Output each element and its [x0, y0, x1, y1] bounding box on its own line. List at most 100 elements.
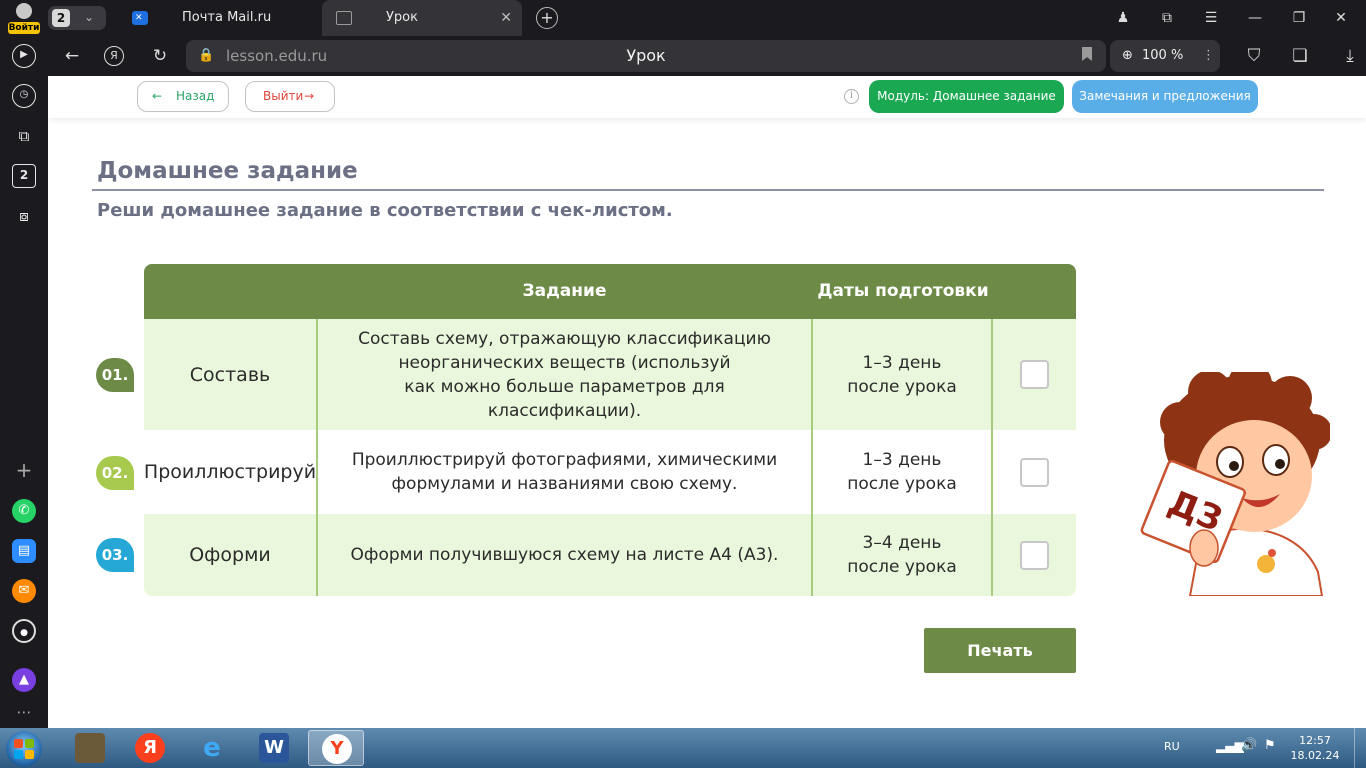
- profile-avatar-icon: [16, 3, 32, 19]
- taskbar-app-photo[interactable]: [62, 730, 118, 766]
- action-center-icon[interactable]: ⚑: [1264, 738, 1276, 753]
- table-header: Задание Даты подготовки: [144, 264, 1076, 319]
- page-content: ← Назад Выйти → i Модуль: Домашнее задан…: [48, 76, 1366, 728]
- user-photo-icon: [75, 733, 105, 763]
- prep-dates: 3–4 день после урока: [813, 514, 993, 596]
- collections-icon[interactable]: ⧉: [12, 124, 36, 148]
- zoom-icon: ⊕: [1122, 48, 1133, 63]
- alice-dot-icon[interactable]: ●: [12, 619, 36, 643]
- messenger-icon[interactable]: ▤: [12, 539, 36, 563]
- checkbox-cell: [993, 319, 1076, 430]
- new-tab-button[interactable]: +: [536, 7, 558, 29]
- profile-login-button[interactable]: Войти: [6, 2, 42, 34]
- checkbox-cell: [993, 514, 1076, 596]
- whatsapp-icon[interactable]: ✆: [12, 499, 36, 523]
- more-dots-icon[interactable]: ⋯: [12, 700, 36, 724]
- prep-dates: 1–3 день после урока: [813, 430, 993, 514]
- download-icon[interactable]: ⤓: [1338, 44, 1362, 68]
- windows-taskbar: Я e W Y RU ▂▄▆ 🔊 ⚑ 12:57 18.02.24: [0, 728, 1366, 768]
- column-header-task: Задание: [522, 281, 607, 301]
- step-badge: 01.: [96, 358, 134, 392]
- maximize-button[interactable]: ❐: [1284, 0, 1314, 36]
- taskbar-app-word[interactable]: W: [246, 730, 302, 766]
- collections-icon[interactable]: ⧉: [1152, 0, 1182, 36]
- login-label: Войти: [8, 22, 40, 34]
- module-button[interactable]: Модуль: Домашнее задание: [869, 80, 1064, 113]
- taskbar-app-yandex[interactable]: Я: [122, 730, 178, 766]
- info-icon[interactable]: i: [844, 89, 859, 104]
- mail-icon[interactable]: ✉: [12, 579, 36, 603]
- tab-lesson[interactable]: Урок ✕: [322, 0, 522, 36]
- task-text: Оформи получившуюся схему на листе А4 (А…: [316, 514, 813, 596]
- zoom-control[interactable]: ⊕ 100 % ⋮: [1110, 40, 1220, 72]
- screenshot-icon[interactable]: ⧇: [12, 204, 36, 228]
- history-clock-icon[interactable]: ◷: [12, 84, 36, 108]
- date-note: после урока: [847, 376, 957, 397]
- print-button[interactable]: Печать: [924, 628, 1076, 673]
- browser-toolbar: ← Я ↻ 🔒 lesson.edu.ru Урок ⊕ 100 % ⋮ ⛉ ❏…: [48, 36, 1366, 76]
- table-row: Оформи Оформи получившуюся схему на лист…: [144, 514, 1076, 596]
- page-title: Домашнее задание: [97, 158, 358, 184]
- windows-start-button[interactable]: [6, 731, 42, 767]
- task-line: как можно больше параметров для классифи…: [404, 376, 725, 421]
- step-action: Составь: [189, 363, 271, 386]
- tab-mail[interactable]: Почта Mail.ru: [118, 0, 322, 36]
- task-checkbox[interactable]: [1020, 457, 1049, 487]
- task-checkbox[interactable]: [1020, 540, 1049, 570]
- minimize-button[interactable]: —: [1240, 0, 1270, 36]
- arrow-left-icon: ←: [152, 89, 163, 103]
- show-desktop-button[interactable]: [1354, 728, 1366, 768]
- network-icon[interactable]: ▂▄▆: [1216, 739, 1244, 753]
- extensions-icon[interactable]: ❏: [1288, 44, 1312, 68]
- address-bar[interactable]: 🔒 lesson.edu.ru Урок: [186, 40, 1106, 72]
- task-text: Проиллюстрируй фотографиями, химическими…: [316, 430, 813, 514]
- exit-label: Выйти: [263, 89, 304, 103]
- task-line: Оформи получившуюся схему на листе А4 (А…: [350, 545, 779, 565]
- alice-assistant-icon[interactable]: ▲: [12, 668, 36, 692]
- back-button[interactable]: ← Назад: [137, 81, 229, 112]
- exit-button[interactable]: Выйти →: [245, 81, 335, 112]
- close-tab-icon[interactable]: ✕: [500, 0, 512, 36]
- language-indicator[interactable]: RU: [1164, 740, 1180, 753]
- page-subtitle: Реши домашнее задание в соответствии с ч…: [97, 200, 673, 221]
- account-icon[interactable]: ♟: [1108, 0, 1138, 36]
- date-range: 1–3 день: [862, 352, 942, 373]
- homework-table: Задание Даты подготовки Составь Составь …: [144, 264, 1076, 596]
- step-badge: 03.: [96, 538, 134, 572]
- play-icon[interactable]: ▶: [12, 44, 36, 68]
- internet-explorer-icon: e: [203, 733, 221, 763]
- page-icon: [336, 11, 352, 25]
- back-arrow-icon[interactable]: ←: [60, 44, 84, 68]
- clock-time: 12:57: [1299, 734, 1331, 747]
- tab-count-button[interactable]: 2 ⌄: [48, 6, 106, 30]
- clock-date: 18.02.24: [1290, 749, 1340, 762]
- yandex-browser-icon: Y: [322, 734, 352, 764]
- date-note: после урока: [847, 557, 957, 577]
- more-icon[interactable]: ⋮: [1202, 40, 1215, 72]
- taskbar-app-yandex-browser[interactable]: Y: [308, 730, 364, 766]
- step-badge: 02.: [96, 456, 134, 490]
- chevron-down-icon: ⌄: [84, 10, 95, 24]
- add-icon[interactable]: +: [12, 458, 36, 482]
- taskbar-app-ie[interactable]: e: [184, 730, 240, 766]
- tab-count-badge: 2: [52, 9, 70, 27]
- word-icon: W: [259, 733, 289, 763]
- title-divider: [92, 189, 1324, 191]
- tabs-count-icon[interactable]: 2: [12, 164, 36, 188]
- task-text: Составь схему, отражающую классификацию …: [316, 319, 813, 430]
- step-action: Проиллюстрируй: [144, 461, 317, 483]
- mail-ru-icon: [132, 0, 148, 36]
- browser-tab-bar: Войти 2 ⌄ Почта Mail.ru Урок ✕ + ♟ ⧉ ☰ —…: [0, 0, 1366, 36]
- tab-title: Урок: [386, 10, 418, 25]
- yandex-icon[interactable]: Я: [104, 46, 124, 66]
- reload-icon[interactable]: ↻: [148, 44, 172, 68]
- shield-icon[interactable]: ⛉: [1242, 44, 1266, 68]
- feedback-button[interactable]: Замечания и предложения: [1072, 80, 1258, 113]
- menu-icon[interactable]: ☰: [1196, 0, 1226, 36]
- task-checkbox[interactable]: [1020, 360, 1049, 389]
- close-window-button[interactable]: ✕: [1326, 0, 1356, 36]
- system-clock[interactable]: 12:57 18.02.24: [1290, 733, 1340, 763]
- lesson-top-nav: ← Назад Выйти → i Модуль: Домашнее задан…: [48, 76, 1366, 118]
- address-page-title: Урок: [626, 46, 666, 65]
- volume-icon[interactable]: 🔊: [1241, 738, 1257, 753]
